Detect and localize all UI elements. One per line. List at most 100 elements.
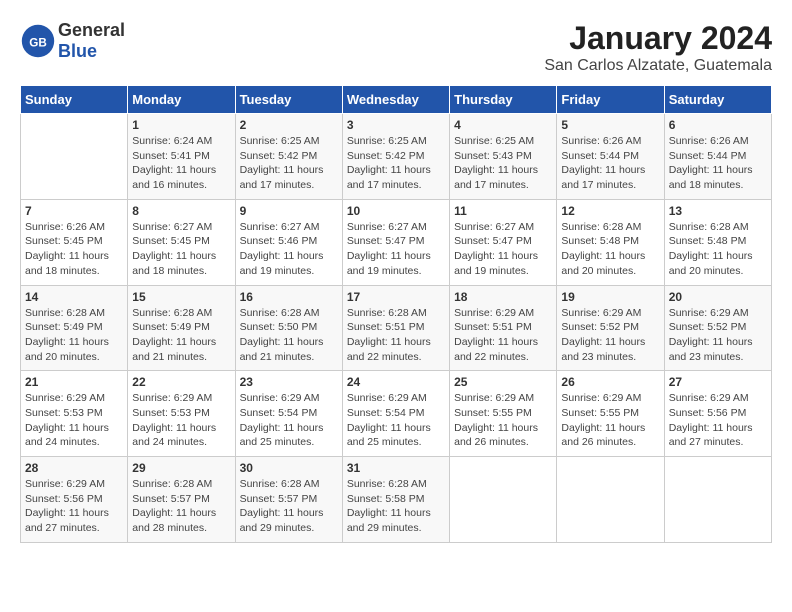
- calendar-week-row: 28Sunrise: 6:29 AM Sunset: 5:56 PM Dayli…: [21, 457, 772, 543]
- day-number: 1: [132, 118, 230, 132]
- calendar-cell: 24Sunrise: 6:29 AM Sunset: 5:54 PM Dayli…: [342, 371, 449, 457]
- calendar-week-row: 21Sunrise: 6:29 AM Sunset: 5:53 PM Dayli…: [21, 371, 772, 457]
- header-wednesday: Wednesday: [342, 86, 449, 114]
- calendar-cell: 14 Sunrise: 6:28 AM Sunset: 5:49 PM Dayli…: [21, 285, 128, 371]
- calendar-cell: [21, 114, 128, 200]
- calendar-cell: 29 Sunrise: 6:28 AM Sunset: 5:57 PM Dayli…: [128, 457, 235, 543]
- calendar-cell: 6 Sunrise: 6:26 AM Sunset: 5:44 PM Daylig…: [664, 114, 771, 200]
- header-saturday: Saturday: [664, 86, 771, 114]
- day-number: 26: [561, 375, 659, 389]
- day-number: 5: [561, 118, 659, 132]
- day-info: Sunrise: 6:27 AM Sunset: 5:47 PM Dayligh…: [454, 220, 552, 279]
- day-number: 14: [25, 290, 123, 304]
- calendar-cell: 4Sunrise: 6:25 AM Sunset: 5:43 PM Daylig…: [450, 114, 557, 200]
- header-tuesday: Tuesday: [235, 86, 342, 114]
- calendar-table: SundayMondayTuesdayWednesdayThursdayFrid…: [20, 85, 772, 543]
- day-info: Sunrise: 6:28 AM Sunset: 5:49 PM Dayligh…: [132, 306, 230, 365]
- header-thursday: Thursday: [450, 86, 557, 114]
- day-number: 20: [669, 290, 767, 304]
- calendar-cell: 19 Sunrise: 6:29 AM Sunset: 5:52 PM Dayli…: [557, 285, 664, 371]
- logo-icon: GB: [20, 23, 56, 59]
- day-number: 11: [454, 204, 552, 218]
- calendar-cell: 2 Sunrise: 6:25 AM Sunset: 5:42 PM Daylig…: [235, 114, 342, 200]
- calendar-cell: [664, 457, 771, 543]
- calendar-cell: 25 Sunrise: 6:29 AM Sunset: 5:55 PM Dayli…: [450, 371, 557, 457]
- day-info: Sunrise: 6:28 AM Sunset: 5:48 PM Dayligh…: [561, 220, 659, 279]
- calendar-cell: 30Sunrise: 6:28 AM Sunset: 5:57 PM Dayli…: [235, 457, 342, 543]
- day-info: Sunrise: 6:29 AM Sunset: 5:51 PM Dayligh…: [454, 306, 552, 365]
- calendar-subtitle: San Carlos Alzatate, Guatemala: [544, 57, 772, 75]
- day-info: Sunrise: 6:27 AM Sunset: 5:46 PM Dayligh…: [240, 220, 338, 279]
- day-info: Sunrise: 6:28 AM Sunset: 5:48 PM Dayligh…: [669, 220, 767, 279]
- day-number: 29: [132, 461, 230, 475]
- day-number: 2: [240, 118, 338, 132]
- day-number: 18: [454, 290, 552, 304]
- day-info: Sunrise: 6:28 AM Sunset: 5:50 PM Dayligh…: [240, 306, 338, 365]
- calendar-cell: [450, 457, 557, 543]
- day-number: 6: [669, 118, 767, 132]
- header-sunday: Sunday: [21, 86, 128, 114]
- day-info: Sunrise: 6:28 AM Sunset: 5:58 PM Dayligh…: [347, 477, 445, 536]
- day-info: Sunrise: 6:29 AM Sunset: 5:53 PM Dayligh…: [25, 391, 123, 450]
- calendar-cell: 7 Sunrise: 6:26 AM Sunset: 5:45 PM Daylig…: [21, 199, 128, 285]
- day-number: 30: [240, 461, 338, 475]
- calendar-cell: [557, 457, 664, 543]
- calendar-cell: 31 Sunrise: 6:28 AM Sunset: 5:58 PM Dayli…: [342, 457, 449, 543]
- day-info: Sunrise: 6:26 AM Sunset: 5:44 PM Dayligh…: [669, 134, 767, 193]
- calendar-cell: 13 Sunrise: 6:28 AM Sunset: 5:48 PM Dayli…: [664, 199, 771, 285]
- calendar-cell: 21Sunrise: 6:29 AM Sunset: 5:53 PM Dayli…: [21, 371, 128, 457]
- calendar-cell: 22 Sunrise: 6:29 AM Sunset: 5:53 PM Dayli…: [128, 371, 235, 457]
- day-info: Sunrise: 6:29 AM Sunset: 5:52 PM Dayligh…: [669, 306, 767, 365]
- calendar-cell: 15 Sunrise: 6:28 AM Sunset: 5:49 PM Dayli…: [128, 285, 235, 371]
- calendar-cell: 5 Sunrise: 6:26 AM Sunset: 5:44 PM Daylig…: [557, 114, 664, 200]
- day-info: Sunrise: 6:29 AM Sunset: 5:55 PM Dayligh…: [561, 391, 659, 450]
- day-info: Sunrise: 6:27 AM Sunset: 5:47 PM Dayligh…: [347, 220, 445, 279]
- day-info: Sunrise: 6:29 AM Sunset: 5:56 PM Dayligh…: [25, 477, 123, 536]
- day-info: Sunrise: 6:29 AM Sunset: 5:54 PM Dayligh…: [240, 391, 338, 450]
- day-number: 31: [347, 461, 445, 475]
- calendar-week-row: 1Sunrise: 6:24 AM Sunset: 5:41 PM Daylig…: [21, 114, 772, 200]
- calendar-cell: 16 Sunrise: 6:28 AM Sunset: 5:50 PM Dayli…: [235, 285, 342, 371]
- day-info: Sunrise: 6:27 AM Sunset: 5:45 PM Dayligh…: [132, 220, 230, 279]
- page-header: GB General Blue January 2024 San Carlos …: [20, 20, 772, 75]
- day-info: Sunrise: 6:26 AM Sunset: 5:44 PM Dayligh…: [561, 134, 659, 193]
- logo-general-text: General: [58, 20, 125, 40]
- day-info: Sunrise: 6:29 AM Sunset: 5:53 PM Dayligh…: [132, 391, 230, 450]
- day-info: Sunrise: 6:28 AM Sunset: 5:57 PM Dayligh…: [132, 477, 230, 536]
- day-number: 7: [25, 204, 123, 218]
- header-monday: Monday: [128, 86, 235, 114]
- calendar-cell: 17Sunrise: 6:28 AM Sunset: 5:51 PM Dayli…: [342, 285, 449, 371]
- day-number: 4: [454, 118, 552, 132]
- calendar-cell: 20 Sunrise: 6:29 AM Sunset: 5:52 PM Dayli…: [664, 285, 771, 371]
- logo-blue-text: Blue: [58, 41, 97, 61]
- calendar-cell: 11 Sunrise: 6:27 AM Sunset: 5:47 PM Dayli…: [450, 199, 557, 285]
- day-info: Sunrise: 6:29 AM Sunset: 5:52 PM Dayligh…: [561, 306, 659, 365]
- calendar-cell: 23 Sunrise: 6:29 AM Sunset: 5:54 PM Dayli…: [235, 371, 342, 457]
- calendar-cell: 10 Sunrise: 6:27 AM Sunset: 5:47 PM Dayli…: [342, 199, 449, 285]
- day-number: 23: [240, 375, 338, 389]
- svg-text:GB: GB: [29, 36, 47, 49]
- day-info: Sunrise: 6:25 AM Sunset: 5:42 PM Dayligh…: [347, 134, 445, 193]
- calendar-cell: 9 Sunrise: 6:27 AM Sunset: 5:46 PM Daylig…: [235, 199, 342, 285]
- header-friday: Friday: [557, 86, 664, 114]
- logo: GB General Blue: [20, 20, 125, 62]
- day-number: 13: [669, 204, 767, 218]
- calendar-cell: 18 Sunrise: 6:29 AM Sunset: 5:51 PM Dayli…: [450, 285, 557, 371]
- day-info: Sunrise: 6:25 AM Sunset: 5:42 PM Dayligh…: [240, 134, 338, 193]
- day-number: 12: [561, 204, 659, 218]
- day-info: Sunrise: 6:29 AM Sunset: 5:55 PM Dayligh…: [454, 391, 552, 450]
- day-number: 10: [347, 204, 445, 218]
- day-info: Sunrise: 6:26 AM Sunset: 5:45 PM Dayligh…: [25, 220, 123, 279]
- day-number: 15: [132, 290, 230, 304]
- calendar-title: January 2024: [544, 20, 772, 57]
- calendar-cell: 3Sunrise: 6:25 AM Sunset: 5:42 PM Daylig…: [342, 114, 449, 200]
- day-number: 22: [132, 375, 230, 389]
- day-number: 16: [240, 290, 338, 304]
- day-number: 19: [561, 290, 659, 304]
- calendar-cell: 26 Sunrise: 6:29 AM Sunset: 5:55 PM Dayli…: [557, 371, 664, 457]
- day-number: 25: [454, 375, 552, 389]
- day-info: Sunrise: 6:28 AM Sunset: 5:49 PM Dayligh…: [25, 306, 123, 365]
- day-info: Sunrise: 6:29 AM Sunset: 5:54 PM Dayligh…: [347, 391, 445, 450]
- day-number: 9: [240, 204, 338, 218]
- day-number: 17: [347, 290, 445, 304]
